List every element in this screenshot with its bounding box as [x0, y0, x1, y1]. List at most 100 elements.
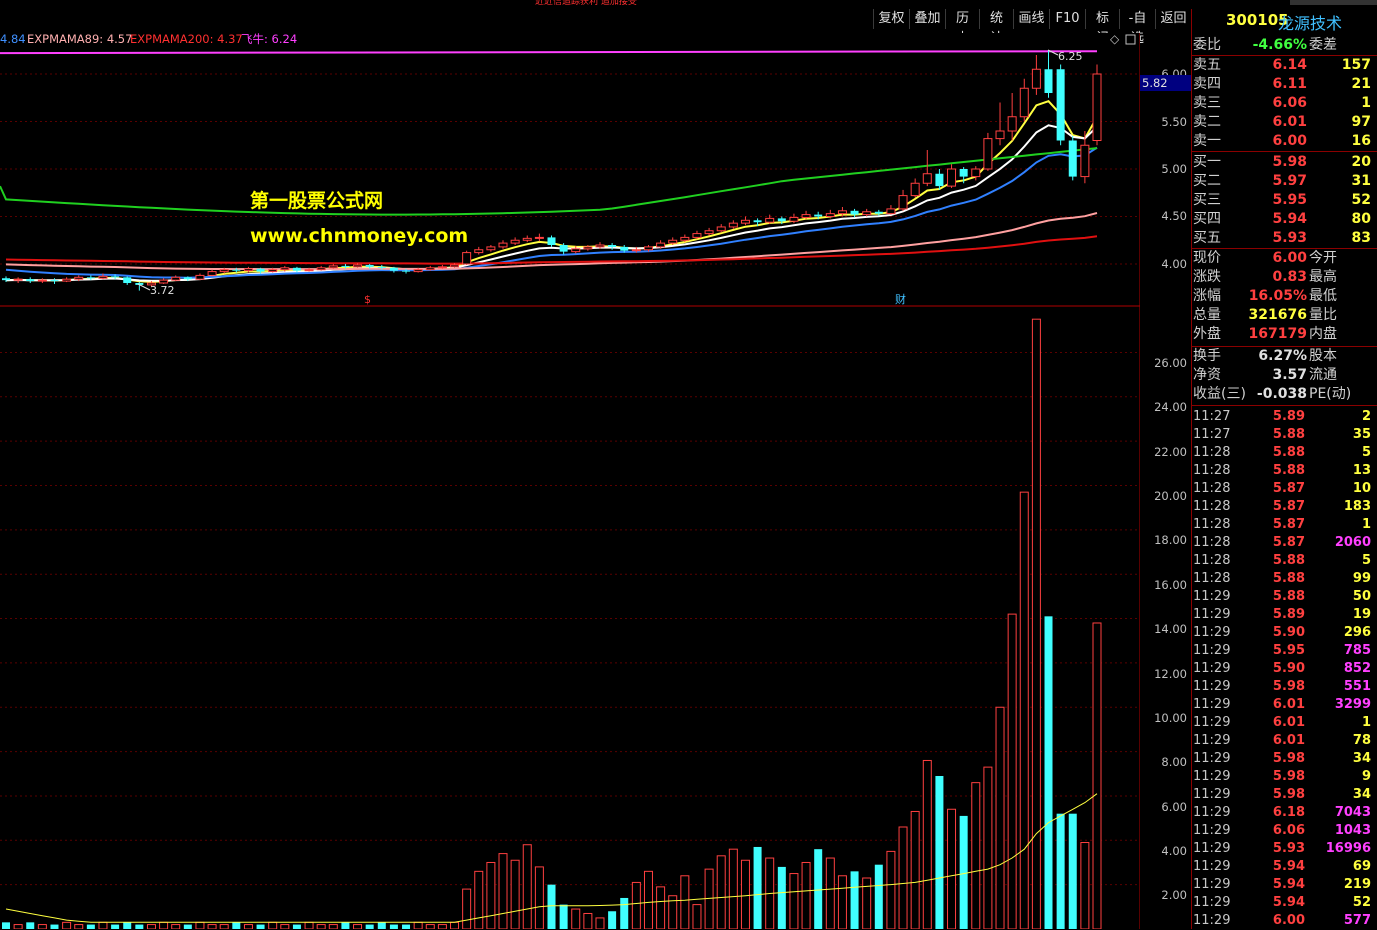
- ask-label: 卖四: [1193, 76, 1221, 92]
- stat-row: 换手 6.27% 股本: [1191, 347, 1377, 366]
- volume-bar: [232, 922, 241, 929]
- stat-value: 6.00: [1272, 250, 1307, 266]
- candle-body: [801, 214, 811, 218]
- ask-volume: 16: [1351, 133, 1371, 149]
- tick-time: 11:29: [1193, 895, 1231, 910]
- draw-line-button[interactable]: 画线: [1013, 9, 1049, 29]
- fuquan-button[interactable]: 复权: [873, 9, 909, 29]
- candle-body: [547, 237, 556, 245]
- tick-row: 11:29 5.90 852: [1191, 660, 1377, 678]
- stat-label-2: 最高: [1309, 269, 1337, 285]
- volume-bar: [753, 846, 762, 929]
- candle-body: [837, 210, 847, 215]
- stat-label: 换手: [1193, 348, 1221, 364]
- candle-body: [1019, 87, 1029, 118]
- chart-background: [0, 33, 1140, 929]
- overlay-button[interactable]: 叠加: [909, 9, 945, 29]
- vol-tick-10: 10.00: [1154, 711, 1187, 725]
- tick-row: 11:29 6.01 1: [1191, 714, 1377, 732]
- main-chart[interactable]: 4.84 EXPMAMA89: 4.57 EXPMAMA200: 4.37 飞牛…: [0, 33, 1140, 929]
- candle-body: [123, 277, 132, 283]
- tick-price: 6.18: [1272, 805, 1305, 820]
- candle-body: [437, 266, 447, 269]
- top-strip-tabs[interactable]: [1290, 0, 1377, 5]
- diamond-icon[interactable]: ◇: [1110, 33, 1120, 46]
- volume-bar: [450, 921, 460, 929]
- top-strip-text: 近近信追踪获利 追加接受: [535, 0, 637, 5]
- watchlist-button[interactable]: -自选: [1119, 9, 1155, 46]
- volume-bar: [486, 861, 496, 929]
- volume-bar: [243, 924, 253, 929]
- volume-bar: [1056, 813, 1065, 929]
- candle-body: [522, 237, 532, 241]
- event-marker-finance: 财: [895, 292, 906, 306]
- volume-bar: [256, 924, 265, 929]
- volume-bar: [1007, 613, 1017, 929]
- candle-body: [462, 252, 472, 265]
- volume-bar: [631, 881, 641, 929]
- tick-volume: 3299: [1334, 697, 1371, 712]
- price-tick-label-5: 5.00: [1161, 162, 1187, 176]
- tick-row: 11:29 5.94 219: [1191, 876, 1377, 894]
- bid-label: 买一: [1193, 154, 1221, 170]
- candle-body: [50, 280, 59, 282]
- candle-body: [983, 138, 993, 170]
- separator: [1191, 405, 1377, 406]
- weicha-label: 委差: [1309, 37, 1337, 53]
- volume-bar: [280, 924, 290, 929]
- statistics-button[interactable]: 统计: [979, 9, 1013, 46]
- candle-body: [341, 265, 350, 267]
- candle-body: [413, 269, 423, 273]
- candle-body: [825, 213, 835, 217]
- watermark-url: www.chnmoney.com: [250, 225, 468, 247]
- tick-row: 11:29 5.89 19: [1191, 606, 1377, 624]
- tick-volume: 19: [1352, 607, 1371, 622]
- tick-time: 11:29: [1193, 697, 1231, 712]
- f10-button[interactable]: F10: [1049, 9, 1085, 29]
- right-axis: 6.00 5.50 5.00 4.50 4.00 5.82 26.00 24.0…: [1140, 67, 1191, 902]
- candle-body: [1092, 73, 1102, 141]
- candle-body: [268, 269, 278, 273]
- tick-row: 11:28 5.88 13: [1191, 462, 1377, 480]
- bid-price: 5.98: [1272, 154, 1307, 170]
- volume-bar: [86, 924, 95, 929]
- volume-axis-labels: 26.00 24.00 22.00 20.00 18.00 16.00 14.0…: [1154, 356, 1187, 902]
- tick-row: 11:29 6.06 1043: [1191, 822, 1377, 840]
- tick-price: 6.01: [1272, 697, 1305, 712]
- tick-volume: 1: [1361, 517, 1371, 532]
- candle-body: [486, 246, 496, 251]
- tick-volume: 785: [1343, 643, 1371, 658]
- back-button[interactable]: 返回: [1155, 9, 1191, 29]
- legend-expmama89: EXPMAMA89: 4.57: [27, 33, 132, 46]
- tick-price: 5.94: [1272, 877, 1305, 892]
- tick-row: 11:28 5.88 5: [1191, 552, 1377, 570]
- tick-time: 11:27: [1193, 409, 1231, 424]
- volume-bar: [620, 897, 629, 929]
- vol-tick-16: 16.00: [1154, 578, 1187, 592]
- tick-volume: 52: [1352, 895, 1371, 910]
- candle-body: [728, 222, 738, 228]
- candle-body: [1080, 144, 1090, 178]
- mark-button[interactable]: 标记: [1085, 9, 1119, 46]
- bid-label: 买四: [1193, 211, 1221, 227]
- stat-label-2: 内盘: [1309, 326, 1337, 342]
- history-button[interactable]: 历史: [945, 9, 979, 46]
- volume-bar: [437, 924, 447, 929]
- bid-label: 买二: [1193, 173, 1221, 189]
- high-price-label: 6.25: [1058, 50, 1083, 63]
- candle-body: [620, 246, 629, 251]
- volume-bar: [316, 924, 326, 929]
- candle-body: [256, 268, 265, 272]
- volume-bar: [365, 924, 374, 929]
- volume-bar: [1019, 491, 1029, 929]
- tick-price: 5.90: [1272, 661, 1305, 676]
- candle-body: [534, 236, 544, 239]
- legend-ma-value: 4.84: [0, 33, 26, 46]
- volume-bar: [692, 904, 702, 929]
- volume-bar: [583, 912, 593, 929]
- volume-bar: [789, 873, 799, 929]
- volume-bar: [425, 924, 435, 929]
- tick-time: 11:29: [1193, 625, 1231, 640]
- stat-value: 321676: [1248, 307, 1307, 323]
- candle-body: [474, 249, 484, 254]
